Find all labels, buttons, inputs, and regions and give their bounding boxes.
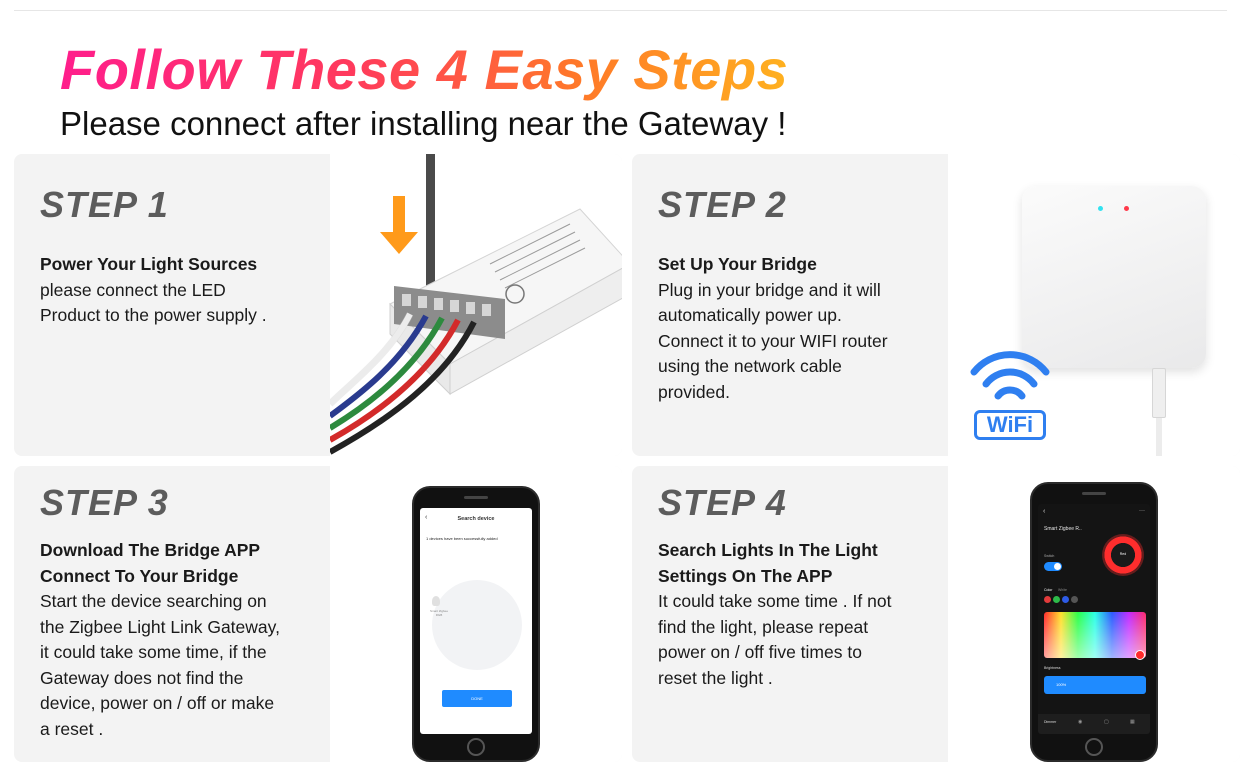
switch-label: Switch <box>1044 554 1055 558</box>
step-4-title: STEP 4 <box>658 482 787 523</box>
step-3-card: STEP 3 Download The Bridge APP Connect T… <box>14 466 622 762</box>
phone-mockup-search: ‹ Search device 1 devices have been succ… <box>412 486 540 762</box>
step-4-heading: Search Lights In The Light Settings On T… <box>658 540 878 586</box>
tab-color[interactable]: Color <box>1044 588 1052 592</box>
step-4-card: STEP 4 Search Lights In The Light Settin… <box>632 466 1240 762</box>
phone-screen-search: ‹ Search device 1 devices have been succ… <box>420 508 532 734</box>
step-1-body: please connect the LED Product to the po… <box>40 279 267 326</box>
status-led-red <box>1124 206 1129 211</box>
brightness-value: 100% <box>1056 682 1067 687</box>
done-button[interactable]: DONE <box>442 690 512 707</box>
wifi-icon <box>970 351 1050 400</box>
led-controller-illustration <box>327 154 622 455</box>
brightness-slider[interactable]: 100% <box>1044 676 1146 694</box>
step-1-heading: Power Your Light Sources <box>40 254 258 274</box>
nav-more-icon[interactable]: ▦ <box>1130 719 1135 725</box>
bridge-device <box>1022 186 1206 368</box>
step-4-text: Search Lights In The Light Settings On T… <box>658 538 948 691</box>
preset-colors <box>1044 596 1078 603</box>
app-control-image: ‹ ··· Smart Zigbee R.. Red Switch Color … <box>948 466 1240 762</box>
search-device-header: Search device <box>457 516 495 522</box>
search-radar <box>432 580 522 670</box>
wifi-badge: WiFi <box>974 410 1046 440</box>
picker-handle[interactable] <box>1135 650 1145 660</box>
nav-dimmer[interactable]: Dimmer <box>1044 720 1056 724</box>
devices-added-message: 1 devices have been successfully added <box>426 536 498 541</box>
top-divider <box>14 10 1227 11</box>
status-led-cyan <box>1098 206 1103 211</box>
add-preset[interactable] <box>1071 596 1078 603</box>
network-cable <box>1152 368 1166 418</box>
preset-red[interactable] <box>1044 596 1051 603</box>
phone-mockup-control: ‹ ··· Smart Zigbee R.. Red Switch Color … <box>1030 482 1158 762</box>
preset-blue[interactable] <box>1062 596 1069 603</box>
phone-screen-control: ‹ ··· Smart Zigbee R.. Red Switch Color … <box>1038 504 1150 734</box>
brightness-label: Brightness <box>1044 666 1061 670</box>
step-1-title: STEP 1 <box>40 184 169 225</box>
step-2-text: Set Up Your Bridge Plug in your bridge a… <box>658 252 948 405</box>
step-2-body: Plug in your bridge and it will automati… <box>658 279 888 402</box>
page-subtitle: Please connect after installing near the… <box>60 105 787 142</box>
step-2-heading: Set Up Your Bridge <box>658 254 817 274</box>
tab-white[interactable]: White <box>1058 588 1067 592</box>
nav-scene-icon[interactable]: ◉ <box>1078 719 1082 725</box>
step-3-body: Start the device searching on the Zigbee… <box>40 591 280 739</box>
color-picker[interactable] <box>1044 612 1146 660</box>
app-search-image: ‹ Search device 1 devices have been succ… <box>330 466 622 762</box>
step-4-body: It could take some time . If not find th… <box>658 591 892 688</box>
step-1-card: STEP 1 Power Your Light Sources please c… <box>14 154 622 456</box>
home-button <box>1085 738 1103 756</box>
bridge-image: WiFi <box>948 154 1240 456</box>
step-3-text: Download The Bridge APP Connect To Your … <box>40 538 330 742</box>
device-title: Smart Zigbee R.. <box>1044 526 1082 532</box>
step-3-title: STEP 3 <box>40 482 169 523</box>
back-icon: ‹ <box>1043 508 1046 515</box>
down-arrow-icon <box>380 196 418 254</box>
page-title: Follow These 4 Easy Steps <box>60 38 789 101</box>
step-2-title: STEP 2 <box>658 184 787 225</box>
nav-timer-icon[interactable]: ▢ <box>1104 719 1109 725</box>
more-icon: ··· <box>1139 508 1145 514</box>
power-toggle[interactable] <box>1044 562 1062 571</box>
preset-green[interactable] <box>1053 596 1060 603</box>
device-label: Smart Zigbee RGB <box>429 609 448 617</box>
step-2-card: STEP 2 Set Up Your Bridge Plug in your b… <box>632 154 1240 456</box>
led-controller-image <box>327 154 622 456</box>
knob-label: Red <box>1119 552 1127 556</box>
step-1-text: Power Your Light Sources please connect … <box>40 252 330 329</box>
step-3-heading: Download The Bridge APP Connect To Your … <box>40 540 261 586</box>
bulb-icon <box>432 596 440 606</box>
bottom-nav: Dimmer ◉ ▢ ▦ <box>1038 714 1150 734</box>
home-button <box>467 738 485 756</box>
